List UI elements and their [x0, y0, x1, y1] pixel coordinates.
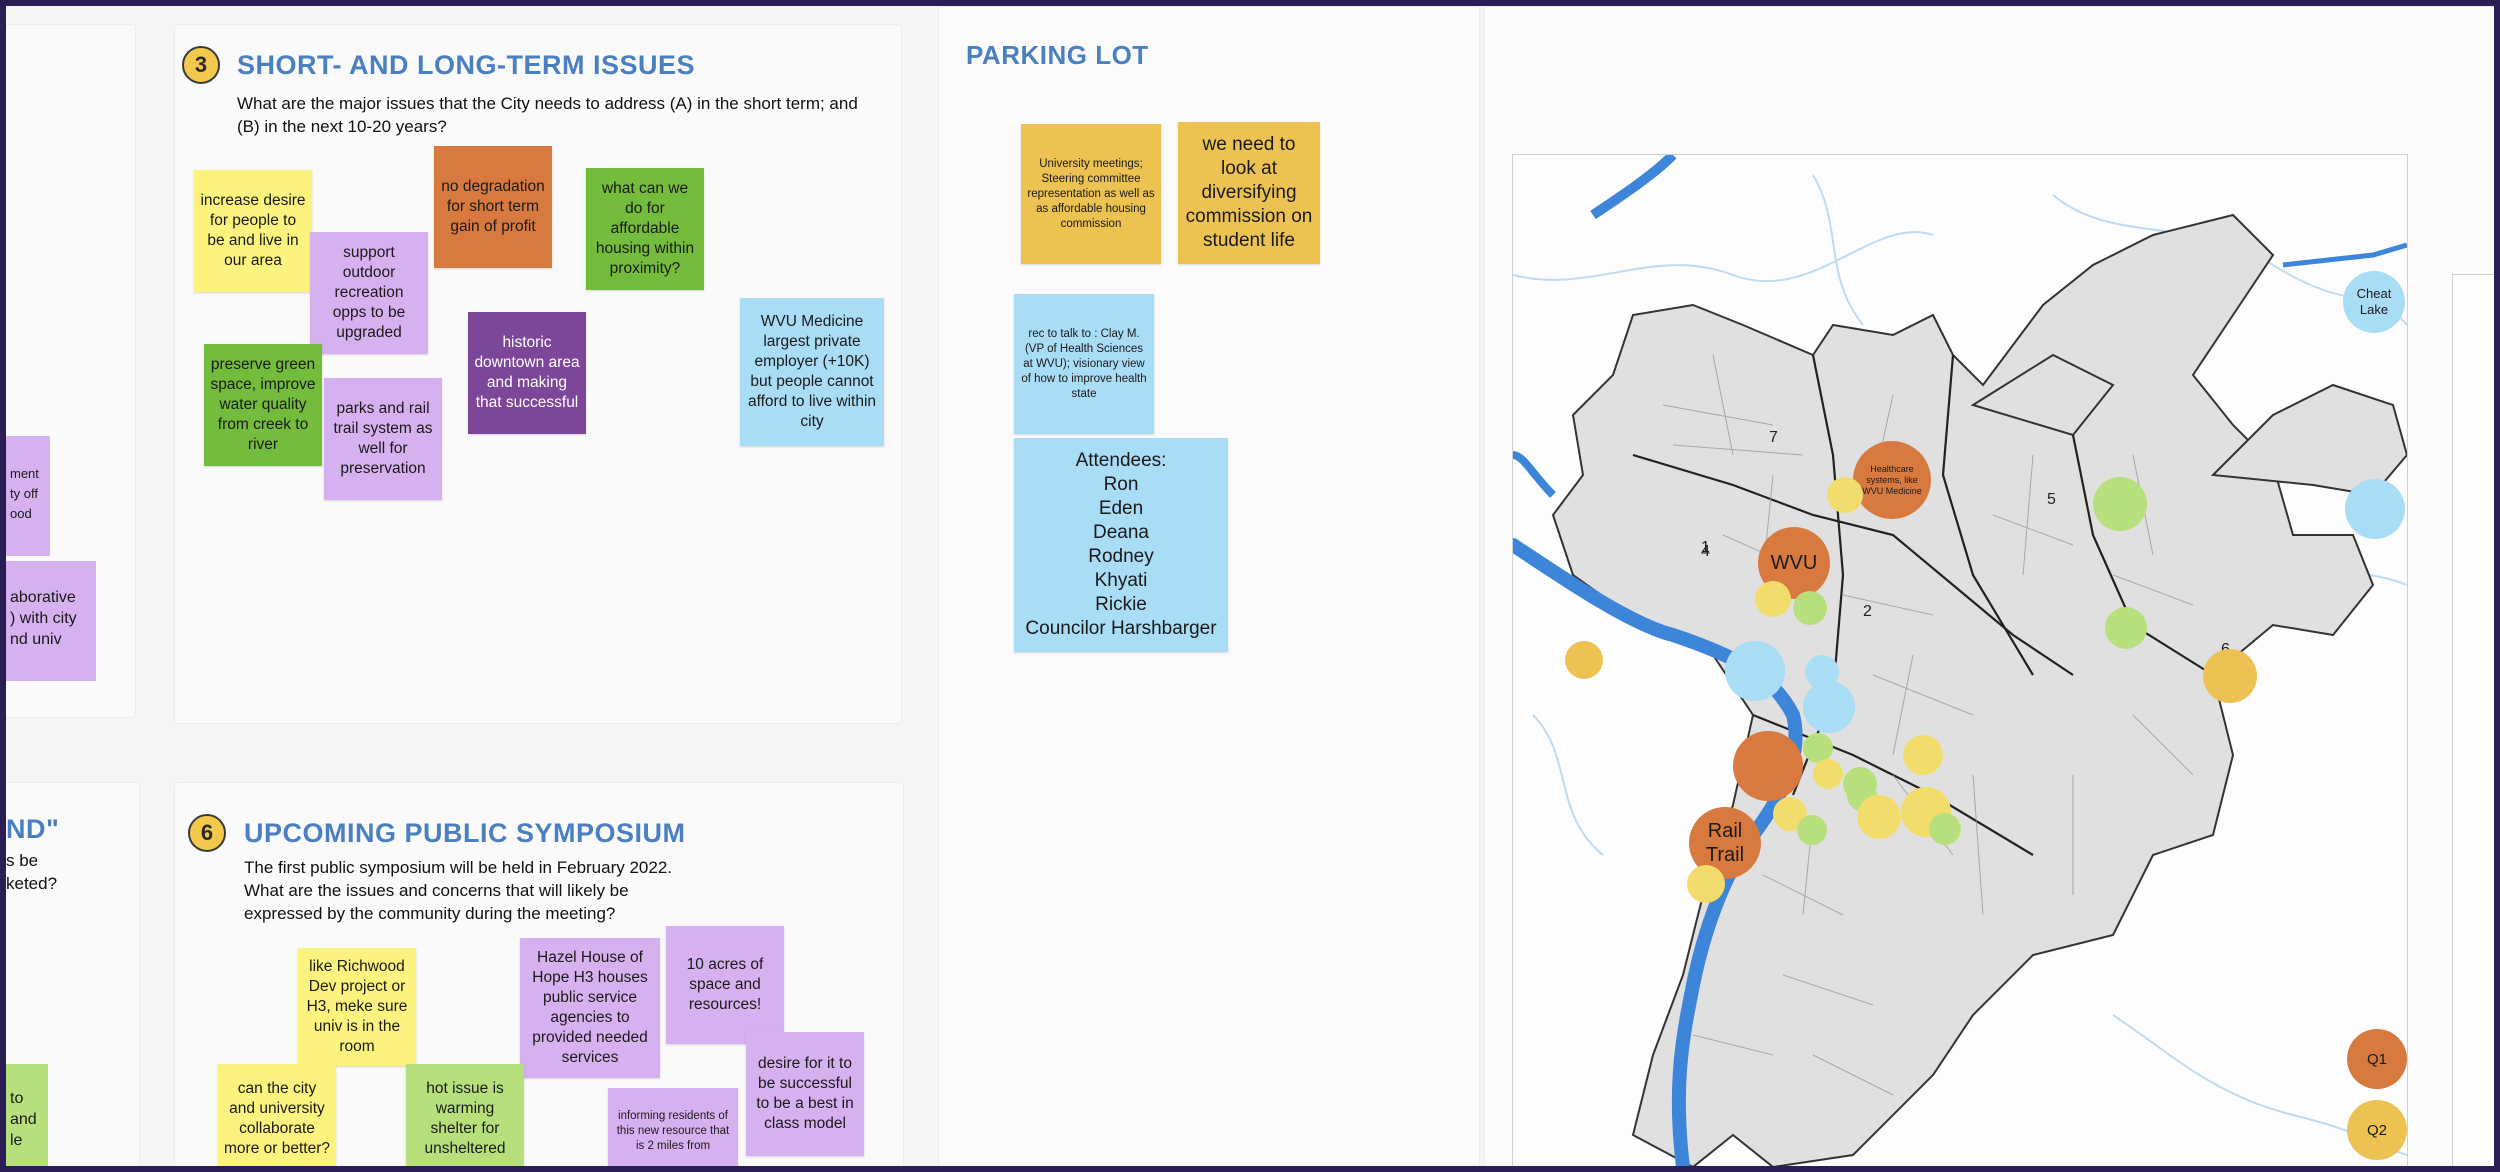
attendee-name: Rodney — [1088, 546, 1154, 567]
section3-prompt: What are the major issues that the City … — [237, 94, 858, 136]
sticky-note[interactable]: to and le — [6, 1064, 48, 1166]
map-marker[interactable]: Q2 — [2347, 1100, 2407, 1160]
city-map[interactable]: 1 2 3 4 5 6 7 WVU Healthcare systems, li… — [1512, 154, 2408, 1166]
sticky-note[interactable]: support outdoor recreation opps to be up… — [310, 232, 428, 354]
attendee-name: Rickie — [1095, 594, 1147, 615]
map-note-marker[interactable] — [1903, 735, 1943, 775]
map-note-marker[interactable] — [2345, 479, 2405, 539]
adjacent-map-frame — [2452, 274, 2494, 1166]
attendee-name: Councilor Harshbarger — [1025, 618, 1217, 639]
sticky-note[interactable]: 10 acres of space and resources! — [666, 926, 784, 1044]
section6-title: UPCOMING PUBLIC SYMPOSIUM — [244, 818, 686, 848]
section-number-badge: 3 — [182, 46, 220, 84]
parking-lot-title: PARKING LOT — [966, 40, 1149, 70]
section6-prompt: The first public symposium will be held … — [244, 858, 673, 923]
map-marker[interactable]: Healthcare systems, like WVU Medicine — [1853, 441, 1931, 519]
sticky-note[interactable]: hot issue is warming shelter for unshelt… — [406, 1064, 524, 1166]
sticky-note[interactable]: no degradation for short term gain of pr… — [434, 146, 552, 268]
map-note-marker[interactable] — [1797, 815, 1827, 845]
attendees-note[interactable]: Attendees: Ron Eden Deana Rodney Khyati … — [1014, 438, 1228, 652]
map-drawing — [1513, 155, 2407, 1166]
sticky-note[interactable]: historic downtown area and making that s… — [468, 312, 586, 434]
sticky-note[interactable]: increase desire for people to be and liv… — [194, 170, 312, 292]
sticky-note[interactable]: desire for it to be successful to be a b… — [746, 1032, 864, 1156]
sticky-note[interactable]: like Richwood Dev project or H3, meke su… — [298, 948, 416, 1066]
section-number-badge: 6 — [188, 814, 226, 852]
attendee-name: Khyati — [1094, 570, 1148, 591]
sticky-note[interactable]: ment ty off ood — [6, 436, 50, 556]
sticky-note[interactable]: WVU Medicine largest private employer (+… — [740, 298, 884, 446]
map-note-marker[interactable] — [1733, 731, 1803, 801]
map-note-marker[interactable] — [1813, 759, 1843, 789]
sticky-note[interactable]: parks and rail trail system as well for … — [324, 378, 442, 500]
sticky-note[interactable]: what can we do for affordable housing wi… — [586, 168, 704, 290]
ward-label: 5 — [2047, 491, 2056, 508]
prompt-fragment: s be keted? — [6, 851, 58, 893]
map-note-marker[interactable] — [1929, 813, 1961, 845]
map-note-marker[interactable] — [1725, 641, 1785, 701]
map-marker[interactable]: Cheat Lake — [2343, 271, 2405, 333]
ward-label: 7 — [1769, 429, 1778, 446]
ward-label: 2 — [1863, 603, 1872, 620]
map-note-marker[interactable] — [1687, 865, 1725, 903]
map-marker[interactable]: Q1 — [2347, 1029, 2407, 1089]
sticky-note[interactable]: preserve green space, improve water qual… — [204, 344, 322, 466]
map-note-marker[interactable] — [1803, 681, 1855, 733]
sticky-note[interactable]: rec to talk to : Clay M. (VP of Health S… — [1014, 294, 1154, 434]
sticky-note[interactable]: Hazel House of Hope H3 houses public ser… — [520, 938, 660, 1078]
whiteboard-canvas[interactable]: ment ty off ood aborative ) with city nd… — [6, 6, 2494, 1166]
ward-label: 4 — [1701, 543, 1710, 560]
attendee-name: Ron — [1103, 474, 1139, 495]
map-note-marker[interactable] — [2203, 649, 2257, 703]
map-note-marker[interactable] — [2105, 607, 2147, 649]
map-note-marker[interactable] — [1565, 641, 1603, 679]
sticky-note[interactable]: can the city and university collaborate … — [218, 1064, 336, 1166]
map-note-marker[interactable] — [2093, 477, 2147, 531]
map-note-marker[interactable] — [1755, 581, 1791, 617]
attendees-label: Attendees: — [1075, 450, 1167, 471]
attendee-name: Deana — [1093, 522, 1149, 543]
sticky-note[interactable]: University meetings; Steering committee … — [1021, 124, 1161, 264]
sticky-note[interactable]: aborative ) with city nd univ — [6, 561, 96, 681]
section-title-fragment: ND" — [6, 814, 60, 844]
sticky-note[interactable]: informing residents of this new resource… — [608, 1088, 738, 1166]
attendee-name: Eden — [1098, 498, 1144, 519]
section3-title: SHORT- AND LONG-TERM ISSUES — [237, 50, 696, 80]
map-note-marker[interactable] — [1857, 795, 1901, 839]
map-note-marker[interactable] — [1827, 477, 1863, 513]
sticky-note[interactable]: we need to look at diversifying commissi… — [1178, 122, 1320, 264]
map-note-marker[interactable] — [1793, 591, 1827, 625]
